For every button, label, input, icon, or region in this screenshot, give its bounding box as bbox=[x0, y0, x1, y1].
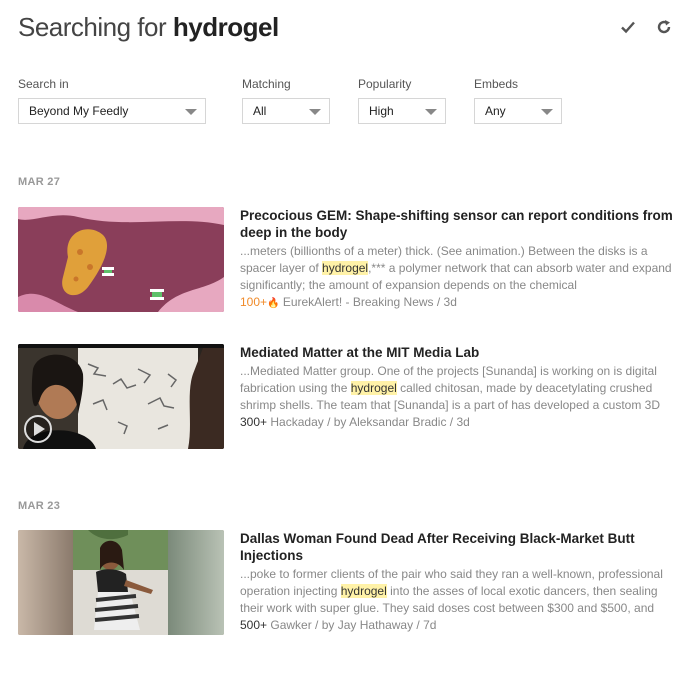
embeds-label: Embeds bbox=[474, 77, 519, 91]
date-heading: MAR 23 bbox=[18, 500, 61, 512]
page-title: Searching for hydrogel bbox=[18, 10, 673, 44]
article-content: Mediated Matter at the MIT Media Lab ...… bbox=[240, 344, 673, 431]
article-entry[interactable]: Precocious GEM: Shape-shifting sensor ca… bbox=[18, 207, 673, 315]
chevron-down-icon bbox=[425, 109, 437, 115]
title-prefix: Searching for bbox=[18, 12, 167, 42]
article-content: Precocious GEM: Shape-shifting sensor ca… bbox=[240, 207, 673, 312]
search-in-label: Search in bbox=[18, 77, 69, 91]
chevron-down-icon bbox=[309, 109, 321, 115]
header-actions bbox=[619, 18, 673, 36]
search-in-value: Beyond My Feedly bbox=[29, 104, 129, 118]
filter-search-in: Search in Beyond My Feedly bbox=[18, 77, 206, 124]
article-title[interactable]: Precocious GEM: Shape-shifting sensor ca… bbox=[240, 207, 673, 241]
filter-embeds: Embeds Any bbox=[474, 77, 562, 124]
search-filters: Search in Beyond My Feedly Matching All … bbox=[18, 77, 673, 127]
search-query: hydrogel bbox=[172, 12, 279, 42]
flame-icon: 🔥 bbox=[267, 298, 280, 309]
article-snippet: ...meters (billionths of a meter) thick.… bbox=[240, 243, 673, 294]
matching-label: Matching bbox=[242, 77, 291, 91]
search-highlight: hydrogel bbox=[350, 381, 397, 395]
article-meta: 500+ Gawker / by Jay Hathaway / 7d bbox=[240, 617, 673, 634]
search-in-select[interactable]: Beyond My Feedly bbox=[18, 98, 206, 124]
matching-value: All bbox=[253, 104, 267, 118]
check-icon[interactable] bbox=[619, 18, 637, 36]
article-entry[interactable]: Dallas Woman Found Dead After Receiving … bbox=[18, 530, 673, 638]
popularity-count: 300+ bbox=[240, 415, 268, 429]
popularity-label: Popularity bbox=[358, 77, 412, 91]
filter-popularity: Popularity High bbox=[358, 77, 446, 124]
embeds-select[interactable]: Any bbox=[474, 98, 562, 124]
article-source[interactable]: Gawker / by Jay Hathaway / 7d bbox=[270, 618, 436, 632]
filter-matching: Matching All bbox=[242, 77, 330, 124]
matching-select[interactable]: All bbox=[242, 98, 330, 124]
article-title[interactable]: Mediated Matter at the MIT Media Lab bbox=[240, 344, 673, 361]
popularity-count: 100+ bbox=[240, 295, 268, 309]
article-snippet: ...Mediated Matter group. One of the pro… bbox=[240, 363, 673, 414]
search-highlight: hydrogel bbox=[322, 261, 369, 275]
article-snippet: ...poke to former clients of the pair wh… bbox=[240, 566, 673, 617]
article-meta: 300+ Hackaday / by Aleksandar Bradic / 3… bbox=[240, 414, 673, 431]
chevron-down-icon bbox=[541, 109, 553, 115]
date-heading: MAR 27 bbox=[18, 176, 61, 188]
refresh-icon[interactable] bbox=[655, 18, 673, 36]
article-thumbnail[interactable] bbox=[18, 344, 224, 449]
article-thumbnail[interactable] bbox=[18, 530, 224, 635]
article-source[interactable]: EurekAlert! - Breaking News / 3d bbox=[283, 295, 457, 309]
article-title[interactable]: Dallas Woman Found Dead After Receiving … bbox=[240, 530, 673, 564]
chevron-down-icon bbox=[185, 109, 197, 115]
popularity-count: 500+ bbox=[240, 618, 268, 632]
article-source[interactable]: Hackaday / by Aleksandar Bradic / 3d bbox=[270, 415, 469, 429]
article-content: Dallas Woman Found Dead After Receiving … bbox=[240, 530, 673, 634]
article-entry[interactable]: Mediated Matter at the MIT Media Lab ...… bbox=[18, 344, 673, 452]
popularity-value: High bbox=[369, 104, 394, 118]
search-header: Searching for hydrogel bbox=[18, 10, 673, 46]
popularity-select[interactable]: High bbox=[358, 98, 446, 124]
search-highlight: hydrogel bbox=[340, 584, 387, 598]
article-thumbnail[interactable] bbox=[18, 207, 224, 312]
article-meta: 100+🔥 EurekAlert! - Breaking News / 3d bbox=[240, 294, 673, 312]
embeds-value: Any bbox=[485, 104, 506, 118]
